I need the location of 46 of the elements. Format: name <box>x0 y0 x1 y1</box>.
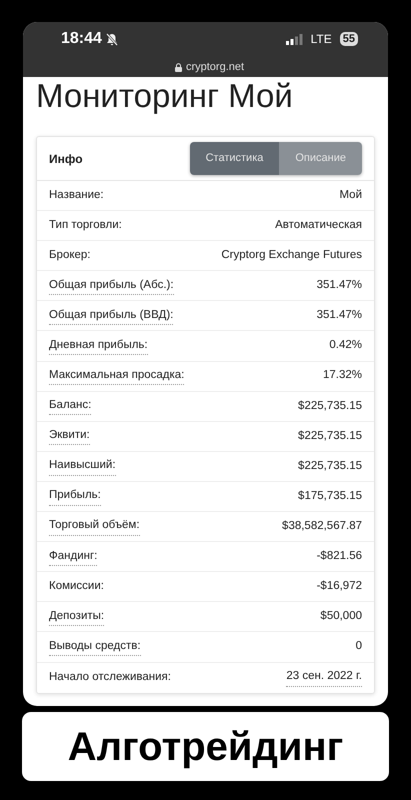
caption-banner: Алготрейдинг <box>22 712 389 781</box>
row-value: 23 сен. 2022 г. <box>286 668 362 687</box>
row-value: Cryptorg Exchange Futures <box>221 248 362 264</box>
row-value: 0.42% <box>329 338 362 354</box>
row-value: 351.47% <box>316 278 362 294</box>
row-value: $225,735.15 <box>298 458 362 474</box>
row-value: 17.32% <box>322 368 362 384</box>
row-label: Прибыль: <box>49 487 101 506</box>
row-value: $225,735.15 <box>298 398 362 414</box>
row-label: Наивысший: <box>49 457 116 476</box>
row-label: Начало отслеживания: <box>49 670 171 685</box>
status-time: 18:44 <box>61 29 102 49</box>
row-label: Общая прибыль (ВВД): <box>49 306 174 326</box>
row-value: $175,735.15 <box>298 488 362 504</box>
bell-slash-icon <box>106 32 118 46</box>
row-value: 0 <box>356 639 362 654</box>
signal-icon <box>286 34 303 44</box>
row-label: Эквити: <box>49 427 90 446</box>
row-value: $225,735.15 <box>298 428 362 444</box>
page-title: Мониторинг Мой <box>36 79 294 112</box>
row-value: -$16,972 <box>316 579 362 594</box>
row-value: -$821.56 <box>316 549 362 564</box>
tab[interactable]: Статистика <box>190 142 280 175</box>
row-value: $50,000 <box>320 609 362 624</box>
lock-icon <box>174 62 182 72</box>
row-label: Дневная прибыль: <box>49 336 148 356</box>
row-value: Автоматическая <box>275 218 362 234</box>
row-label: Баланс: <box>49 397 92 416</box>
row-value: 351.47% <box>316 308 362 324</box>
row-label: Максимальная просадка: <box>49 366 184 386</box>
row-label: Тип торговли: <box>49 218 122 234</box>
tab[interactable]: Описание <box>279 142 362 175</box>
battery-indicator: 55 <box>340 32 358 46</box>
network-label: LTE <box>310 31 332 48</box>
row-label: Депозиты: <box>49 608 104 626</box>
row-label: Фандинг: <box>49 548 98 566</box>
row-label: Комиссии: <box>49 579 104 594</box>
row-label: Брокер: <box>49 248 90 264</box>
row-value: Мой <box>339 188 362 203</box>
row-label: Выводы средств: <box>49 638 141 656</box>
address-url[interactable]: cryptorg.net <box>186 59 244 76</box>
row-label: Название: <box>49 188 104 203</box>
row-label: Общая прибыль (Абс.): <box>49 276 174 295</box>
row-label: Торговый объём: <box>49 517 140 536</box>
card-heading: Инфо <box>49 150 83 168</box>
row-value: $38,582,567.87 <box>282 518 362 534</box>
